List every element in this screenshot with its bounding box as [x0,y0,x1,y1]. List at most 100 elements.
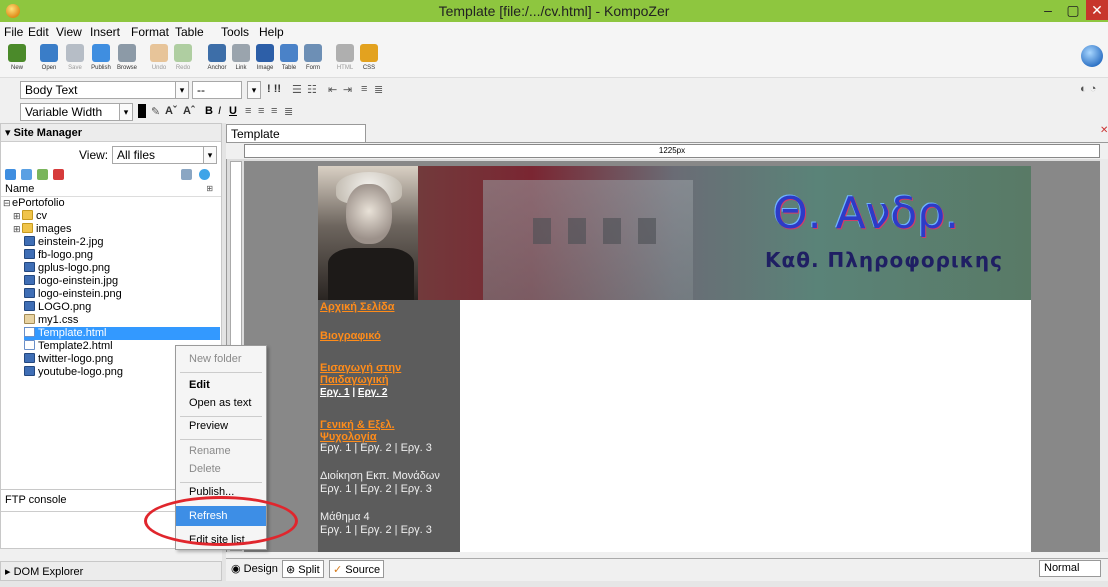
text-color-icon[interactable] [138,104,146,118]
underline-icon[interactable]: U [229,105,237,117]
close-button[interactable]: ✕ [1086,0,1108,20]
menu-view[interactable]: View [56,25,82,39]
tree-item-file[interactable]: fb-logo.png [24,249,93,262]
nav-link-bio[interactable]: Βιογραφικό [320,330,381,342]
italic-icon[interactable]: I [218,105,221,117]
chevron-down-icon[interactable]: ▾ [119,103,133,121]
tab-source[interactable]: ✓ Source [329,560,385,578]
maximize-button[interactable]: ▢ [1062,0,1084,20]
bulleted-list-icon[interactable]: ☰ [292,83,302,96]
expand-icon[interactable]: ⊞ [13,210,22,223]
chevron-down-icon[interactable]: ▾ [203,146,217,164]
publish-settings-icon[interactable] [181,169,192,180]
minimize-button[interactable]: – [1037,0,1059,20]
anchor-icon [208,44,226,62]
nav-link-home[interactable]: Αρχική Σελίδα [320,301,394,313]
html-file-icon [24,340,35,350]
numbered-list-icon[interactable]: ☷ [307,83,317,96]
tree-item-file[interactable]: twitter-logo.png [24,353,113,366]
vertical-scrollbar[interactable] [1100,159,1108,552]
edit-site-icon[interactable] [37,169,48,180]
menu-item-rename[interactable]: Rename [176,441,266,461]
tree-item-file[interactable]: Template2.html [24,340,113,353]
menu-item-delete[interactable]: Delete [176,459,266,479]
site-manager-icons [1,168,221,182]
menu-item-new-folder[interactable]: New folder [176,349,266,369]
tree-item-file[interactable]: LOGO.png [24,301,91,314]
new-button[interactable]: New [2,44,32,76]
tree-item-file[interactable]: logo-einstein.png [24,288,122,301]
tree-item-file[interactable]: einstein-2.jpg [24,236,103,249]
zoom-select[interactable]: Normal [1039,560,1101,577]
content-area[interactable] [460,300,1031,552]
indent-icon[interactable]: ⇥ [343,83,352,96]
new-folder-icon[interactable] [21,169,32,180]
definition-term-icon[interactable]: ≣ [374,83,383,96]
menu-table[interactable]: Table [175,25,204,39]
menu-item-edit[interactable]: Edit [176,375,266,395]
definition-list-icon[interactable]: ≡ [361,83,367,95]
align-center-icon[interactable]: ≡ [258,105,264,117]
bold-icon[interactable]: B [205,105,213,117]
site-manager-header[interactable]: ▾ Site Manager [1,124,221,142]
tree-item-file[interactable]: gplus-logo.png [24,262,110,275]
outdent-icon[interactable]: ⇤ [328,83,337,96]
nav-link-intro-2[interactable]: Παιδαγωγική [320,374,389,386]
nav-sub-intro: Εργ. 1 | Εργ. 2 [320,387,388,398]
nav-sub-psychology: Εργ. 1 | Εργ. 2 | Εργ. 3 [320,442,432,454]
tab-split[interactable]: ⊛ Split [282,560,324,578]
font-select[interactable]: Variable Width [20,103,120,121]
highlight-annotation-ellipse [144,496,298,546]
menu-edit[interactable]: Edit [28,25,49,39]
tree-item-selected[interactable]: Template.html [24,327,220,340]
tree-item-file[interactable]: logo-einstein.jpg [24,275,118,288]
font-larger-icon[interactable]: Aˆ [183,105,195,117]
class-select[interactable]: -- [192,81,242,99]
nav-link-erg2[interactable]: Εργ. 2 [358,387,388,398]
justify-icon[interactable]: ≣ [284,105,293,118]
view-filter-select[interactable]: All files [112,146,204,164]
chevron-down-icon[interactable]: ▾ [247,81,261,99]
font-smaller-icon[interactable]: Aˇ [165,105,177,117]
menu-bar: File Edit View Insert Format Table Tools… [0,22,1108,42]
nav-link-psychology[interactable]: Γενική & Εξελ. [320,419,395,431]
tab-template[interactable]: Template [226,124,366,143]
paragraph-format-select[interactable]: Body Text [20,81,176,99]
menu-format[interactable]: Format [131,25,169,39]
column-header-name[interactable]: Name ⊞ [1,182,221,197]
eye-icon: ◉ [231,563,244,575]
tree-root[interactable]: ⊟ePortofolio [3,197,65,210]
important-icon[interactable]: ! !! [267,83,281,95]
column-picker-icon[interactable]: ⊞ [206,184,213,193]
nav-link-erg1[interactable]: Εργ. 1 [320,387,350,398]
block-outline-icon[interactable]: ◐ ◔ [1080,83,1096,95]
browse-button[interactable]: Browse [112,44,142,76]
nav-link-intro[interactable]: Εισαγωγή στην [320,362,401,374]
menu-item-open-as-text[interactable]: Open as text [176,393,266,413]
css-button[interactable]: CSS [354,44,384,76]
close-tab-icon[interactable]: ✕ [1100,125,1108,136]
align-left-icon[interactable]: ≡ [245,105,251,117]
form-button[interactable]: Form [298,44,328,76]
tree-item-cv[interactable]: ⊞ cv [13,210,47,223]
dom-explorer-header[interactable]: ▸ DOM Explorer [0,561,222,581]
collapse-icon[interactable]: ⊟ [3,197,12,210]
highlight-icon[interactable]: ✎ [151,105,160,118]
save-icon [66,44,84,62]
tree-item-file[interactable]: youtube-logo.png [24,366,123,379]
menu-tools[interactable]: Tools [221,25,249,39]
new-site-icon[interactable] [5,169,16,180]
menu-item-preview[interactable]: Preview [176,416,266,436]
align-right-icon[interactable]: ≡ [271,105,277,117]
globe-icon[interactable] [199,169,210,180]
redo-button[interactable]: Redo [168,44,198,76]
chevron-down-icon[interactable]: ▾ [175,81,189,99]
menu-help[interactable]: Help [259,25,284,39]
menu-insert[interactable]: Insert [90,25,120,39]
tree-item-file[interactable]: my1.css [24,314,78,327]
delete-icon[interactable] [53,169,64,180]
tree-item-images[interactable]: ⊞ images [13,223,71,236]
menu-file[interactable]: File [4,25,23,39]
expand-icon[interactable]: ⊞ [13,223,22,236]
tab-design[interactable]: ◉ Design [228,560,281,578]
